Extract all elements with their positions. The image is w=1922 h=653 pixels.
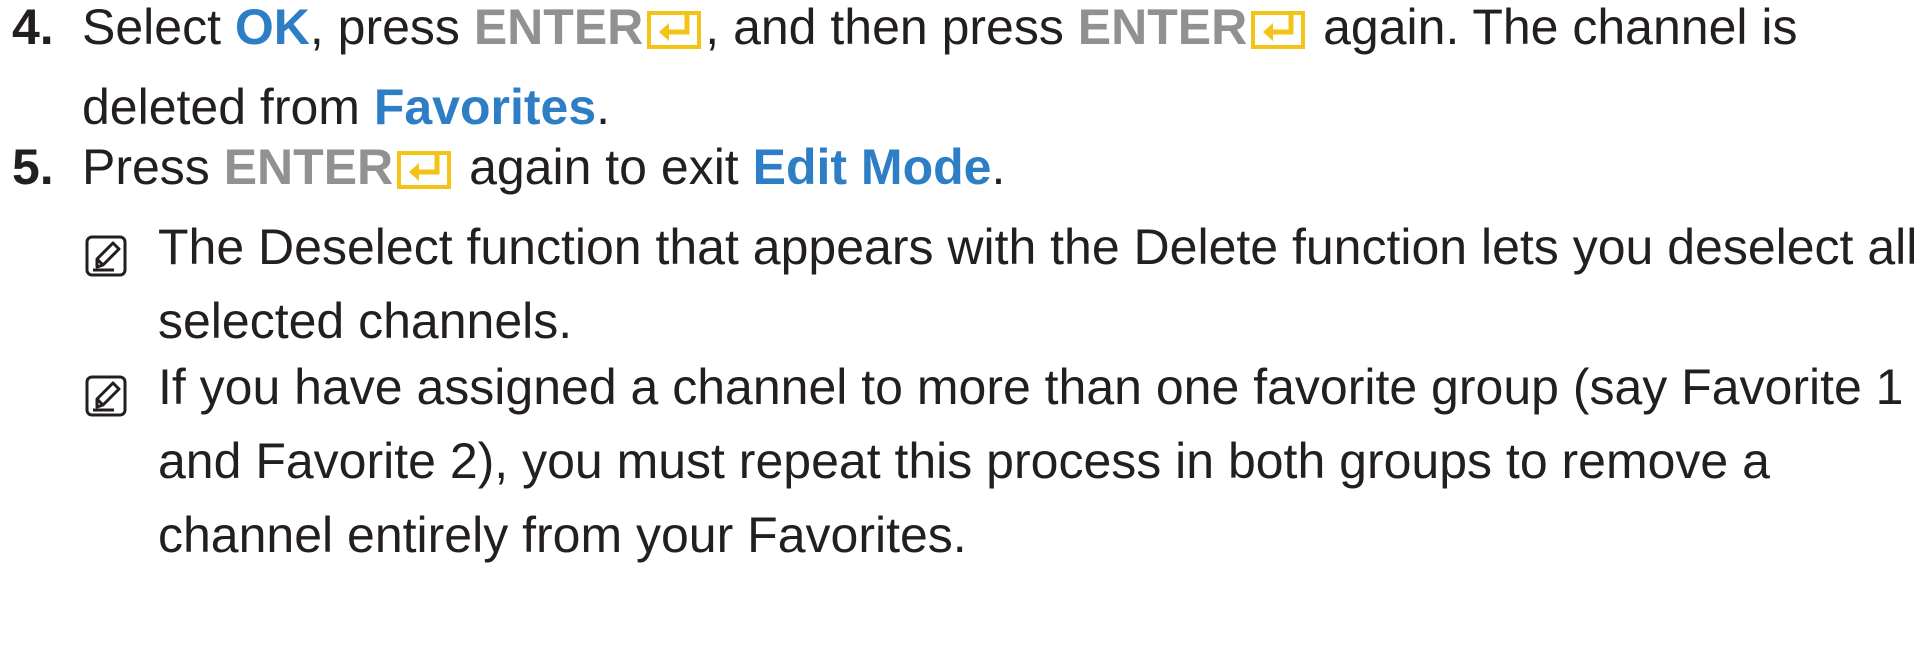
- enter-icon: [1251, 0, 1307, 70]
- enter-button-label: ENTER: [1077, 0, 1248, 55]
- manual-page: 4. Select OK, press ENTER, and then pres…: [0, 0, 1922, 653]
- enter-button-label: ENTER: [473, 0, 644, 55]
- step-text-segment: Press: [82, 139, 224, 195]
- enter-icon: [397, 136, 453, 210]
- edit-mode-keyword: Edit Mode: [752, 139, 992, 195]
- step-text-segment: , press: [309, 0, 474, 55]
- step-text-segment: again to exit: [455, 139, 753, 195]
- step-text: Select OK, press ENTER, and then press E…: [82, 0, 1902, 144]
- step-number: 4.: [12, 0, 54, 55]
- step-text: Press ENTER again to exit Edit Mode.: [82, 130, 1902, 210]
- note-icon: [84, 364, 128, 417]
- favorites-keyword: Favorites: [373, 79, 597, 135]
- enter-button-label: ENTER: [223, 139, 394, 195]
- step-text-segment: .: [991, 139, 1006, 195]
- ok-keyword: OK: [234, 0, 310, 55]
- step-text-segment: .: [596, 79, 611, 135]
- enter-icon: [647, 0, 703, 70]
- step-text-segment: , and then press: [705, 0, 1078, 55]
- note-text: The Deselect function that appears with …: [158, 219, 1918, 349]
- note-text: If you have assigned a channel to more t…: [158, 359, 1904, 563]
- note-icon: [84, 224, 128, 277]
- step-text-segment: Select: [82, 0, 235, 55]
- step-number: 5.: [12, 139, 54, 195]
